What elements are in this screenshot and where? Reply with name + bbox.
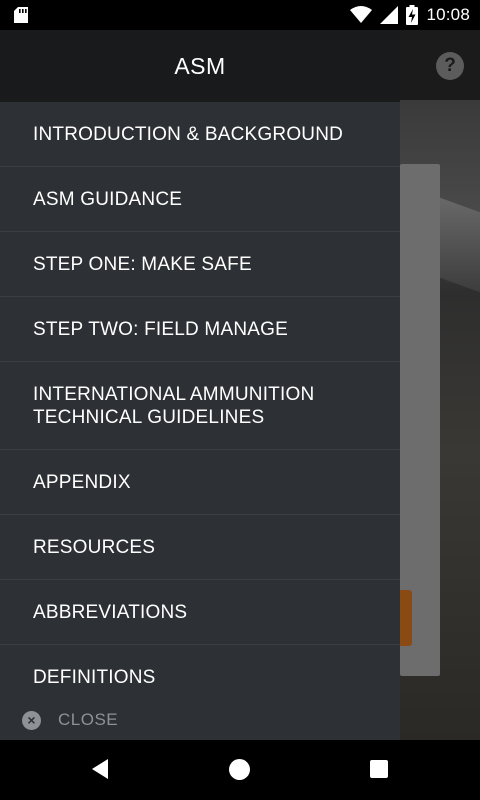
- card-action-button[interactable]: [400, 590, 412, 646]
- signal-icon: [380, 6, 399, 24]
- system-nav-bar: [0, 740, 480, 800]
- close-label: CLOSE: [58, 710, 119, 729]
- menu-item-introduction[interactable]: INTRODUCTION & BACKGROUND: [0, 102, 400, 167]
- battery-charging-icon: [406, 5, 419, 25]
- drawer-header: ASM: [0, 30, 400, 102]
- menu-item-appendix[interactable]: APPENDIX: [0, 450, 400, 515]
- close-icon: ×: [22, 710, 41, 730]
- menu-item-abbreviations[interactable]: ABBREVIATIONS: [0, 580, 400, 645]
- menu-item-resources[interactable]: RESOURCES: [0, 515, 400, 580]
- menu-item-iatg[interactable]: INTERNATIONAL AMMUNITION TECHNICAL GUIDE…: [0, 362, 400, 450]
- navigation-drawer: ASM INTRODUCTION & BACKGROUND ASM GUIDAN…: [0, 30, 400, 740]
- home-icon[interactable]: [229, 759, 250, 780]
- drawer-title: ASM: [174, 52, 226, 79]
- wifi-icon: [350, 6, 373, 23]
- back-icon[interactable]: [90, 758, 110, 780]
- close-drawer-button[interactable]: × CLOSE: [0, 700, 400, 740]
- drawer-menu: INTRODUCTION & BACKGROUND ASM GUIDANCE S…: [0, 102, 400, 710]
- status-bar: 10:08: [0, 0, 480, 30]
- help-icon[interactable]: ?: [436, 52, 464, 80]
- menu-item-asm-guidance[interactable]: ASM GUIDANCE: [0, 167, 400, 232]
- menu-item-step-two[interactable]: STEP TWO: FIELD MANAGE: [0, 297, 400, 362]
- status-time: 10:08: [426, 5, 470, 24]
- recents-icon[interactable]: [370, 760, 388, 778]
- sd-card-icon: [14, 7, 28, 23]
- menu-item-step-one[interactable]: STEP ONE: MAKE SAFE: [0, 232, 400, 297]
